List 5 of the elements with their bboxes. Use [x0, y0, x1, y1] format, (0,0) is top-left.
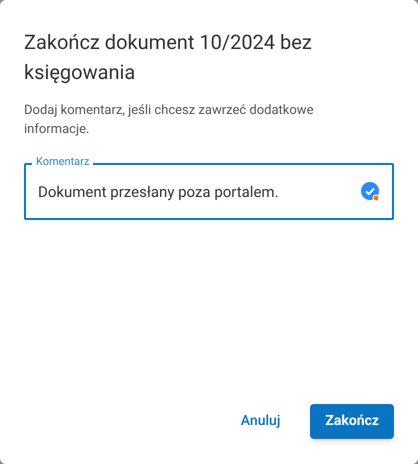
dialog-description: Dodaj komentarz, jeśli chcesz zawrzeć dodatkowe informacje.: [24, 102, 314, 139]
dialog-title: Zakończ dokument 10/2024 bez księgowania: [24, 29, 313, 86]
finish-button[interactable]: Zakończ: [310, 404, 394, 439]
checkmark-badge-icon: [361, 182, 380, 202]
cancel-button[interactable]: Anuluj: [238, 404, 282, 439]
